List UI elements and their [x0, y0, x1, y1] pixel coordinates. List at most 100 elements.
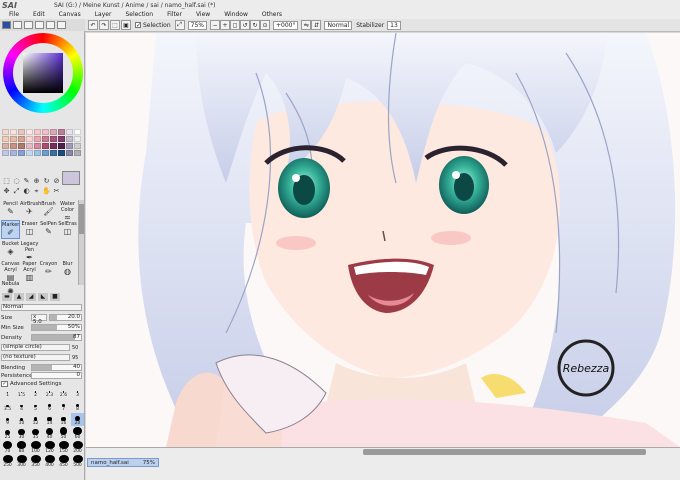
color-swatch[interactable] [66, 143, 73, 149]
deselect-icon[interactable]: ⬚ [110, 20, 120, 30]
color-swatch[interactable] [10, 143, 17, 149]
brush-size-preset[interactable]: 3.5 [1, 399, 14, 412]
brush-tool-water-color[interactable]: Water Color ≈ [58, 200, 77, 222]
shape-round-icon[interactable]: ▲ [14, 293, 24, 301]
color-swatch[interactable] [10, 136, 17, 142]
selection-tool-icon[interactable]: ⬚ [2, 177, 11, 186]
brush-size-preset[interactable]: 5 [29, 399, 42, 412]
brush-size-preset[interactable]: 7 [57, 399, 70, 412]
color-swatch[interactable] [42, 143, 49, 149]
brush-tool-eraser[interactable]: Eraser ◫ [20, 220, 39, 239]
brush-size-preset[interactable]: 100 [29, 441, 42, 454]
brush-tool-crayon[interactable]: Crayon ✏ [39, 260, 58, 279]
color-swatch[interactable] [66, 150, 73, 156]
color-swatch[interactable] [66, 136, 73, 142]
density-slider[interactable]: 87 [31, 334, 82, 341]
brush-size-preset[interactable]: 250 [1, 455, 14, 468]
blend-mode-field[interactable]: Normal [324, 20, 353, 30]
color-swatch[interactable] [2, 143, 9, 149]
menu-file[interactable]: File [4, 11, 24, 18]
color-swatch[interactable] [50, 150, 57, 156]
selection-toggle[interactable]: ✓ Selection [135, 22, 171, 29]
color-swatch[interactable] [10, 150, 17, 156]
color-swatch[interactable] [2, 129, 9, 135]
color-swatch[interactable] [26, 150, 33, 156]
zoom-field[interactable]: 75% [187, 20, 207, 30]
brush-tool-seleras[interactable]: SelEras ◫ [58, 220, 77, 239]
brush-tool-selpen[interactable]: SelPen ✎ [39, 220, 58, 239]
color-swatch[interactable] [58, 136, 65, 142]
scratchpad-mode-icon[interactable] [57, 21, 66, 29]
brush-blend-mode[interactable]: Normal [1, 304, 82, 311]
color-swatch[interactable] [66, 129, 73, 135]
color-swatch[interactable] [34, 143, 41, 149]
invert-selection-icon[interactable]: ▣ [121, 20, 131, 30]
document-tab[interactable]: namo_half.sai 75% [87, 458, 159, 467]
persistence-slider[interactable]: 0 [31, 372, 82, 379]
color-swatch[interactable] [74, 136, 81, 142]
color-swatch[interactable] [74, 150, 81, 156]
brush-size-preset[interactable]: 1.5 [15, 385, 28, 398]
zoom-out-icon[interactable]: − [210, 20, 220, 30]
color-swatch[interactable] [10, 129, 17, 135]
rgb-slider-mode-icon[interactable] [13, 21, 22, 29]
rotate-right-icon[interactable]: ↻ [250, 20, 260, 30]
brush-size-preset[interactable]: 3 [71, 385, 84, 398]
brush-size-preset[interactable]: 40 [43, 427, 56, 440]
color-mixer-mode-icon[interactable] [35, 21, 44, 29]
brush-size-preset[interactable]: 450 [57, 455, 70, 468]
selection-tool-icon[interactable]: ↻ [42, 177, 51, 186]
color-swatch[interactable] [34, 136, 41, 142]
brush-tool-legacy-pen[interactable]: Legacy Pen ✒ [20, 240, 39, 262]
brush-size-preset[interactable]: 300 [15, 455, 28, 468]
flip-horizontal-icon[interactable]: ⇋ [301, 20, 312, 30]
selection-tool-icon[interactable]: ◐ [22, 187, 31, 196]
menu-view[interactable]: View [191, 11, 215, 18]
selection-tool-icon[interactable]: ⌖ [32, 187, 41, 196]
color-swatch[interactable] [58, 129, 65, 135]
color-swatch[interactable] [34, 129, 41, 135]
selection-tool-icon[interactable]: ⊕ [32, 177, 41, 186]
color-swatch[interactable] [74, 143, 81, 149]
brush-size-preset[interactable]: 50 [57, 427, 70, 440]
brush-size-preset[interactable]: 16 [57, 413, 70, 426]
color-swatch[interactable] [42, 136, 49, 142]
blending-slider[interactable]: 40 [31, 364, 82, 371]
brush-size-preset[interactable]: 400 [43, 455, 56, 468]
blend-mode-row[interactable]: Normal [0, 303, 84, 312]
brush-size-preset[interactable]: 70 [1, 441, 14, 454]
menu-edit[interactable]: Edit [28, 11, 50, 18]
brush-size-preset[interactable]: 9 [1, 413, 14, 426]
tool-scrollbar[interactable] [78, 200, 84, 285]
brush-size-preset[interactable]: 2 [29, 385, 42, 398]
brush-size-preset[interactable]: 120 [43, 441, 56, 454]
rotation-field[interactable]: +000° [273, 20, 299, 30]
size-slider[interactable]: 20.0 [49, 314, 82, 321]
brush-shape-select[interactable]: (simple circle) [1, 344, 70, 351]
brush-size-preset[interactable]: 200 [71, 441, 84, 454]
color-swatch[interactable] [50, 129, 57, 135]
current-color-swatch[interactable] [62, 171, 80, 185]
selection-tool-icon[interactable]: ✥ [2, 187, 11, 196]
menu-filter[interactable]: Filter [162, 11, 187, 18]
zoom-fit-icon[interactable]: ⤢ [174, 20, 185, 30]
menu-others[interactable]: Others [257, 11, 287, 18]
color-swatch[interactable] [42, 150, 49, 156]
color-swatch[interactable] [50, 136, 57, 142]
shape-pointed-icon[interactable]: ◢ [26, 293, 36, 301]
brush-tool-bucket[interactable]: Bucket ◈ [1, 240, 20, 259]
brush-tool-airbrush[interactable]: AirBrush ✈ [20, 200, 41, 219]
brush-tool-canvas-acryl[interactable]: Canvas Acryl ▤ [1, 260, 20, 282]
hsv-slider-mode-icon[interactable] [24, 21, 33, 29]
stabilizer-field[interactable]: 13 [387, 20, 401, 30]
color-wheel[interactable] [3, 33, 83, 113]
color-swatch[interactable] [74, 129, 81, 135]
brush-size-preset[interactable]: 2.6 [57, 385, 70, 398]
menu-selection[interactable]: Selection [120, 11, 158, 18]
color-swatch[interactable] [58, 143, 65, 149]
brush-tool-paper-acryl[interactable]: Paper Acryl ▥ [20, 260, 39, 282]
tool-scrollbar-thumb[interactable] [79, 204, 84, 234]
brush-size-preset[interactable]: 20 [71, 413, 84, 426]
brush-size-preset[interactable]: 10 [15, 413, 28, 426]
brush-tool-blur[interactable]: Blur ◍ [58, 260, 77, 279]
